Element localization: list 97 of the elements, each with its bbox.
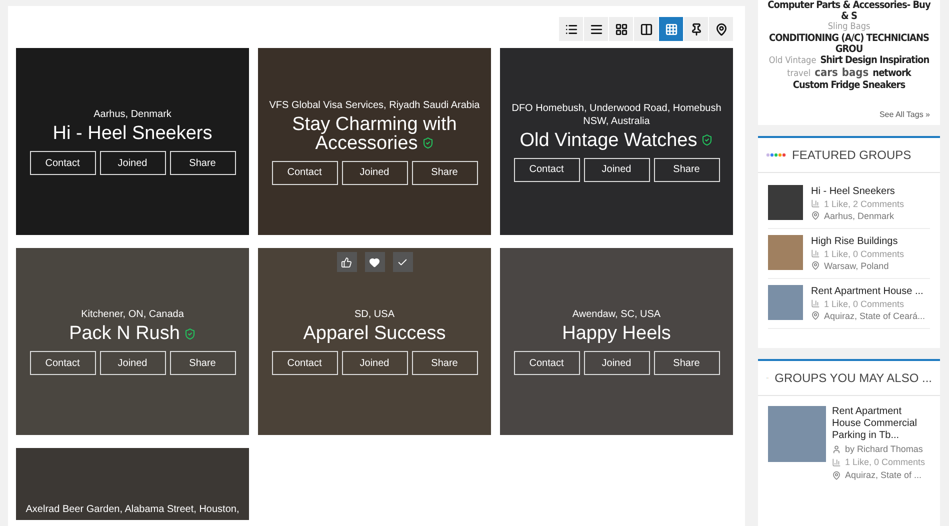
- group-location: Kitchener, ON, Canada: [81, 308, 184, 321]
- group-location: DFO Homebush, Underwood Road, Homebush NSW, Australia: [510, 102, 722, 128]
- pin-icon: [690, 22, 702, 36]
- group-stats: 1 Like, 0 Comments: [824, 248, 904, 260]
- group-title[interactable]: Stay Charming with Accessories: [266, 114, 483, 152]
- group-stats: 1 Like, 0 Comments: [845, 457, 926, 468]
- card-action-button[interactable]: Joined: [584, 351, 650, 375]
- group-location: SD, USA: [354, 308, 394, 321]
- group-title[interactable]: Old Vintage Watches: [520, 130, 714, 150]
- group-location: Aquiraz, State of Ceará...: [824, 310, 926, 322]
- verified-icon: [422, 137, 434, 150]
- group-title[interactable]: Hi - Heel Sneekers: [52, 124, 212, 143]
- group-card[interactable]: Awendaw, SC, USA Happy Heels Contact Joined Share: [500, 248, 733, 435]
- card-action-button[interactable]: Joined: [342, 351, 408, 375]
- tag-link[interactable]: cars: [814, 67, 838, 78]
- card-action-button[interactable]: Contact: [514, 351, 580, 375]
- card-action-button[interactable]: Contact: [514, 158, 580, 182]
- card-action-button[interactable]: Share: [654, 158, 720, 182]
- tag-link[interactable]: network: [872, 68, 911, 79]
- dots-icon: [766, 152, 786, 157]
- group-name[interactable]: Hi - Heel Sneekers: [811, 184, 904, 198]
- stats-icon: [811, 199, 820, 208]
- group-card[interactable]: SD, USA Apparel Success Contact Joined Share: [258, 248, 491, 435]
- view-button[interactable]: [559, 17, 583, 41]
- favorite-button[interactable]: [364, 252, 384, 272]
- user-icon: [832, 445, 841, 454]
- stats-icon: [811, 299, 820, 308]
- tag-link[interactable]: CONDITIONING (A/C) TECHNICIANS GROU: [764, 33, 934, 55]
- group-card[interactable]: Kitchener, ON, Canada Pack N Rush Contact Joined Share: [16, 248, 249, 435]
- view-button[interactable]: [634, 17, 658, 41]
- verified-icon: [184, 328, 196, 340]
- card-action-button[interactable]: Share: [170, 351, 236, 375]
- heart-icon: [369, 256, 380, 268]
- group-location: Warsaw, Poland: [824, 260, 889, 272]
- stats-icon: [832, 458, 841, 467]
- photo-placeholder: [768, 406, 826, 462]
- group-location: Aarhus, Denmark: [94, 108, 172, 121]
- card-action-button[interactable]: Joined: [100, 151, 166, 175]
- tag-link[interactable]: Computer Parts & Accessories- Buy & S: [764, 0, 934, 22]
- section-title: FEATURED GROUPS: [792, 146, 912, 164]
- photo-placeholder: [768, 234, 803, 270]
- view-button[interactable]: [584, 17, 608, 41]
- map-pin-icon: [811, 261, 820, 270]
- photo-placeholder: [768, 184, 803, 220]
- verified-icon: [701, 134, 714, 146]
- group-title[interactable]: Apparel Success: [303, 324, 446, 343]
- thumbs-up-icon: [341, 256, 352, 268]
- group-location: VFS Global Visa Services, Riyadh Saudi Arabia: [269, 98, 480, 112]
- photo-placeholder: [768, 284, 803, 320]
- card-action-button[interactable]: Contact: [30, 351, 96, 375]
- list-icon: [564, 22, 578, 36]
- group-name[interactable]: Rent Apartment House ...: [811, 284, 926, 298]
- map-pin-icon: [714, 22, 728, 36]
- group-name[interactable]: Rent Apartment House Commercial Parking in Tb...: [832, 406, 930, 442]
- view-button[interactable]: [709, 17, 733, 41]
- map-pin-icon: [811, 311, 820, 320]
- group-title[interactable]: Pack N Rush: [69, 324, 196, 343]
- group-location: Aarhus, Denmark: [824, 210, 894, 222]
- map-pin-icon: [811, 211, 820, 220]
- card-action-button[interactable]: Joined: [342, 160, 408, 184]
- card-action-button[interactable]: Contact: [30, 151, 96, 175]
- tag-link[interactable]: Shirt Design Inspiration: [820, 55, 930, 66]
- card-action-button[interactable]: Joined: [584, 158, 650, 182]
- view-button[interactable]: [684, 17, 708, 41]
- card-action-button[interactable]: Share: [412, 351, 478, 375]
- check-button[interactable]: [392, 252, 412, 272]
- card-action-button[interactable]: Share: [170, 151, 236, 175]
- see-all-tags-link[interactable]: See All Tags »: [879, 108, 934, 121]
- group-stats: 1 Like, 0 Comments: [824, 298, 904, 310]
- group-title[interactable]: Happy Heels: [562, 324, 671, 343]
- group-card[interactable]: VFS Global Visa Services, Riyadh Saudi Arabia Stay Charming with Accessories Contact Joined Share: [258, 48, 491, 235]
- like-button[interactable]: [336, 252, 356, 272]
- section-title: GROUPS YOU MAY ALSO ...: [774, 370, 932, 387]
- group-location: Awendaw, SC, USA: [572, 308, 661, 321]
- check-icon: [397, 256, 408, 268]
- card-action-button[interactable]: Share: [412, 160, 478, 184]
- group-name[interactable]: High Rise Buildings: [811, 234, 904, 248]
- card-action-button[interactable]: Joined: [100, 351, 166, 375]
- grid-icon: [614, 22, 628, 36]
- view-button[interactable]: [609, 17, 633, 41]
- group-owner: by Richard Thomas: [845, 444, 923, 455]
- group-location: Aquiraz, State of ...: [845, 470, 922, 481]
- tag-link[interactable]: bags: [842, 67, 869, 78]
- group-card[interactable]: DFO Homebush, Underwood Road, Homebush NSW, Australia Old Vintage Watches Contact Joined Share: [500, 48, 733, 235]
- card-action-button[interactable]: Contact: [272, 160, 338, 184]
- group-card[interactable]: Axelrad Beer Garden, Alabama Street, Houston,: [16, 448, 249, 520]
- card-action-button[interactable]: Contact: [272, 351, 338, 375]
- stats-icon: [811, 249, 820, 258]
- group-location: Axelrad Beer Garden, Alabama Street, Houston,: [26, 503, 240, 516]
- group-stats: 1 Like, 2 Comments: [824, 198, 904, 210]
- group-card[interactable]: Aarhus, Denmark Hi - Heel Sneekers Contact Joined Share: [16, 48, 249, 235]
- grid-icon: [664, 22, 678, 36]
- menu-icon: [590, 22, 602, 36]
- map-pin-icon: [832, 471, 841, 480]
- tag-link[interactable]: Custom Fridge Sneakers: [792, 80, 906, 91]
- card-action-button[interactable]: Share: [654, 351, 720, 375]
- columns-icon: [640, 22, 652, 36]
